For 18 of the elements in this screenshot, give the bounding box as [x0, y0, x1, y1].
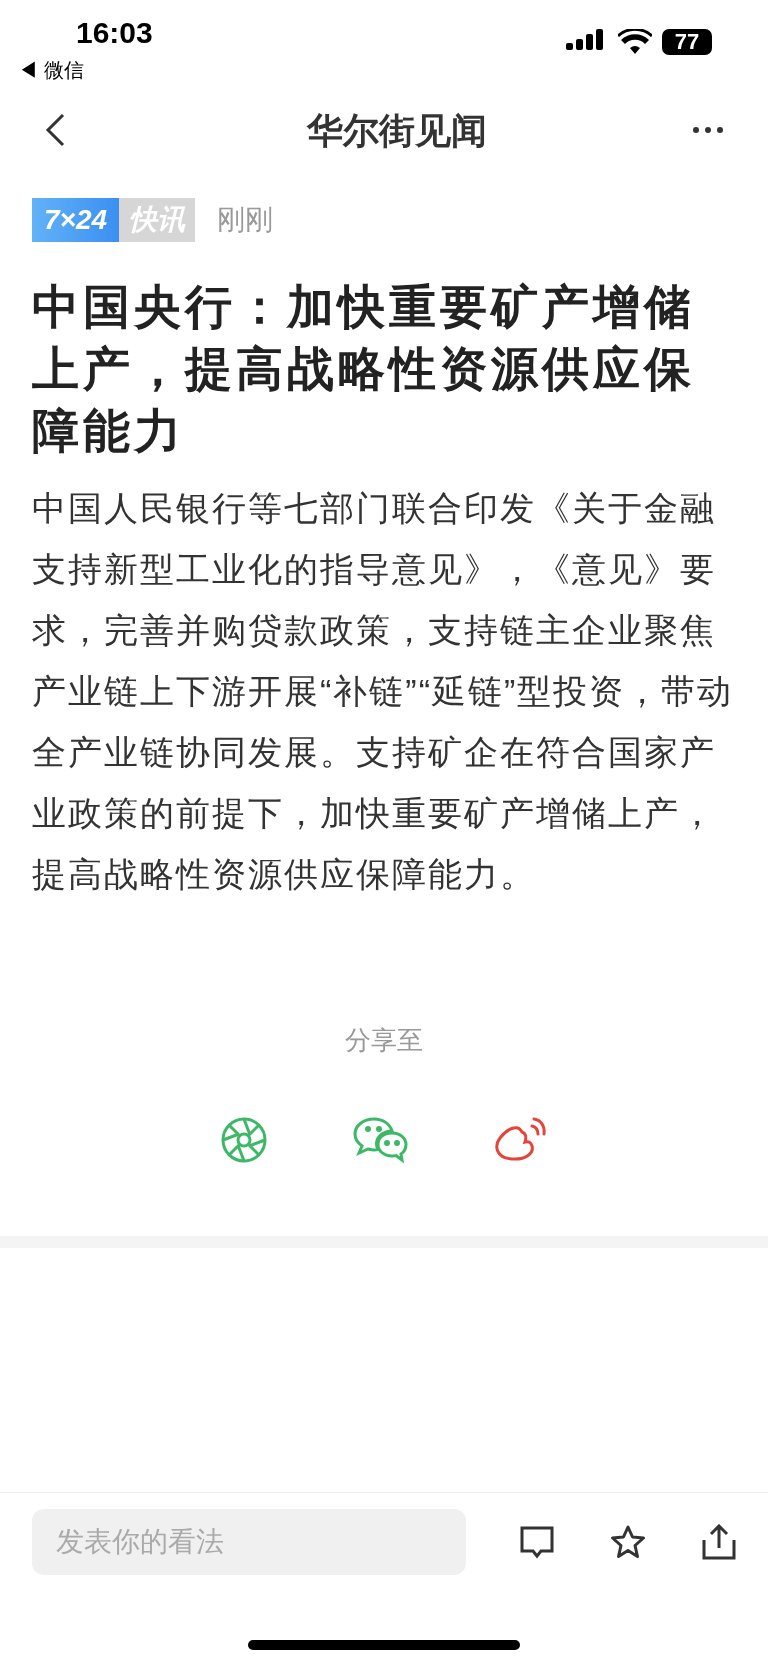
- more-icon[interactable]: [692, 126, 724, 134]
- back-to-app-link[interactable]: ◀ 微信: [18, 60, 153, 80]
- aperture-icon[interactable]: [220, 1116, 268, 1164]
- app-title: 华尔街见闻: [307, 108, 487, 153]
- cloud-signal-icon[interactable]: [492, 1116, 548, 1164]
- chat-bubbles-icon[interactable]: [352, 1116, 408, 1164]
- star-icon[interactable]: [610, 1525, 646, 1559]
- status-time: 16:03: [76, 18, 153, 48]
- back-icon[interactable]: [44, 113, 66, 147]
- share-icon[interactable]: [702, 1524, 736, 1560]
- article-body: 中国人民银行等七部门联合印发《关于金融支持新型工业化的指导意见》，《意见》要求，完善并购贷款政策，支持链主企业聚焦产业链上下游开展“补链”“延链”型投资，带动全产业链协同发展。支持矿企在符合国家产业政策的前提下，加快重要矿产增储上产，提高战略性资源供应保障能力。: [31, 488, 735, 895]
- comment-field[interactable]: 发表你的看法: [32, 1509, 466, 1575]
- battery-indicator: 77: [662, 29, 712, 55]
- timestamp: 刚刚: [217, 203, 274, 237]
- comment-icon[interactable]: [520, 1525, 554, 1559]
- share-label: 分享至: [345, 1024, 423, 1057]
- headline: 中国央行：加快重要矿产增储上产，提高战略性资源供应保障能力: [31, 279, 696, 459]
- wifi-icon: [618, 29, 652, 55]
